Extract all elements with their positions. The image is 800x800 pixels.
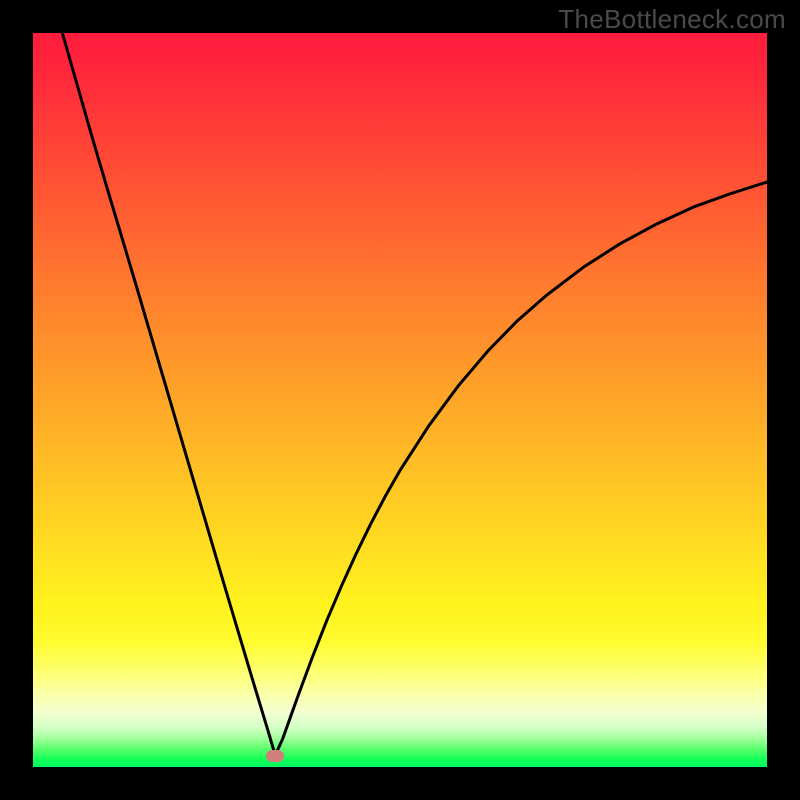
curve-svg (33, 33, 767, 767)
minimum-marker (266, 750, 284, 762)
watermark-text: TheBottleneck.com (558, 4, 786, 35)
chart-area (33, 33, 767, 767)
bottleneck-curve (62, 33, 767, 755)
